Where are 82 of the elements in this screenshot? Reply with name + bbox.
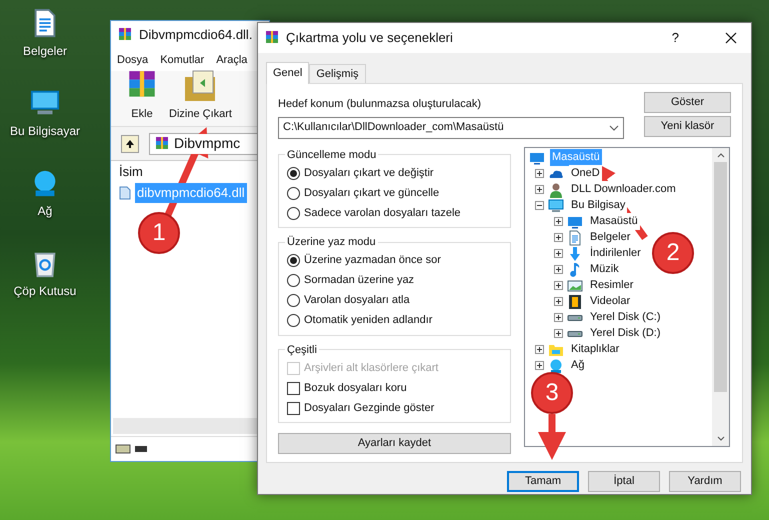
- desktop-icon-label[interactable]: Belgeler: [22, 42, 68, 60]
- expand-toggle[interactable]: [554, 297, 563, 306]
- tab[interactable]: Genel: [266, 62, 310, 84]
- expand-toggle[interactable]: [554, 313, 563, 322]
- checkbox-label[interactable]: Dosyaları Gezginde göster: [304, 400, 434, 416]
- film-icon: [567, 294, 583, 310]
- chevron-down-icon: [609, 124, 619, 130]
- expand-toggle[interactable]: [535, 169, 544, 178]
- expand-toggle[interactable]: [554, 329, 563, 338]
- archive-books-icon: [264, 30, 280, 46]
- tree-item[interactable]: Masaüstü: [588, 213, 640, 230]
- path-field[interactable]: Dibvmpmc: [149, 132, 259, 154]
- archive-books-icon: [117, 27, 133, 43]
- desktop-icon-label[interactable]: Çöp Kutusu: [14, 282, 76, 300]
- annotation-arrow: [538, 414, 566, 460]
- expand-toggle[interactable]: [535, 361, 544, 370]
- destination-dropdown[interactable]: C:\Kullanıcılar\DllDownloader_com\Masaüstü: [278, 116, 624, 138]
- checkbox-label[interactable]: Bozuk dosyaları koru: [304, 380, 407, 396]
- status-icons-drawing: [115, 443, 149, 455]
- radio-button[interactable]: [287, 254, 300, 267]
- dialog-title: Çıkartma yolu ve seçenekleri: [286, 29, 453, 48]
- drive-icon: [567, 314, 583, 322]
- desktop-icon-label[interactable]: Ağ: [38, 202, 52, 220]
- radio-label[interactable]: Üzerine yazmadan önce sor: [304, 252, 441, 269]
- dialog-button[interactable]: Yardım: [669, 471, 741, 492]
- computer-icon: [548, 198, 564, 214]
- radio-button[interactable]: [287, 166, 300, 180]
- collapse-toggle[interactable]: [535, 201, 544, 210]
- expand-toggle[interactable]: [554, 265, 563, 274]
- menu-item[interactable]: Komutlar: [160, 52, 204, 68]
- expand-toggle[interactable]: [554, 249, 563, 258]
- side-button[interactable]: Göster: [644, 92, 731, 113]
- download-arrow-icon: [567, 246, 583, 262]
- toolbar-button[interactable]: Dizine Çıkart: [169, 68, 232, 122]
- expand-toggle[interactable]: [554, 281, 563, 290]
- radio-button[interactable]: [287, 206, 300, 220]
- picture-icon: [567, 278, 583, 294]
- tree-item[interactable]: DLL Downloader.com: [569, 181, 678, 198]
- side-button[interactable]: Yeni klasör: [644, 116, 731, 137]
- menu-item[interactable]: Dosya: [117, 52, 148, 68]
- radio-button[interactable]: [287, 294, 300, 307]
- menu-item[interactable]: Araçla: [216, 52, 248, 68]
- drive-icon: [567, 330, 583, 338]
- expand-toggle[interactable]: [554, 217, 563, 226]
- desktop-icon-label[interactable]: Bu Bilgisayar: [10, 122, 80, 140]
- radio-label[interactable]: Dosyaları çıkart ve değiştir: [304, 164, 434, 182]
- close-icon[interactable]: [725, 32, 737, 44]
- expand-toggle[interactable]: [535, 185, 544, 194]
- folder-icon: [183, 68, 218, 102]
- tree-item[interactable]: Bu Bilgisay: [569, 197, 628, 214]
- radio-label[interactable]: Otomatik yeniden adlandır: [304, 312, 432, 329]
- archive-books-icon: [154, 136, 170, 152]
- radio-button[interactable]: [287, 186, 300, 200]
- save-settings-button[interactable]: Ayarları kaydet: [278, 433, 511, 454]
- checkbox[interactable]: [287, 402, 300, 414]
- tab[interactable]: Gelişmiş: [309, 64, 366, 83]
- toolbar-button[interactable]: Ekle: [125, 68, 159, 122]
- document-icon: [567, 230, 583, 246]
- vertical-scrollbar[interactable]: [712, 148, 729, 446]
- up-arrow-icon: [125, 138, 135, 148]
- up-folder-button[interactable]: [121, 134, 139, 152]
- radio-label[interactable]: Sormadan üzerine yaz: [304, 272, 414, 289]
- dialog-button[interactable]: Tamam: [507, 471, 579, 492]
- group-title: Üzerine yaz modu: [286, 234, 377, 250]
- radio-label[interactable]: Dosyaları çıkart ve güncelle: [304, 184, 440, 202]
- network-globe-icon: [548, 358, 564, 374]
- radio-button[interactable]: [287, 314, 300, 327]
- help-button[interactable]: ?: [672, 28, 679, 48]
- group-title: Güncelleme modu: [286, 148, 378, 162]
- checkbox[interactable]: [287, 382, 300, 394]
- radio-label[interactable]: Sadece varolan dosyaları tazele: [304, 204, 461, 222]
- field-label: Hedef konum (bulunmazsa oluşturulacak): [278, 97, 482, 112]
- dialog-button[interactable]: İptal: [588, 471, 660, 492]
- tree-item[interactable]: OneD: [569, 165, 602, 182]
- window-title: Dibvmpmcdio64.dll.: [139, 26, 252, 44]
- expand-toggle[interactable]: [554, 233, 563, 242]
- radio-label[interactable]: Varolan dosyaları atla: [304, 292, 410, 309]
- user-icon: [548, 182, 564, 198]
- group-title: Çeşitli: [286, 342, 318, 358]
- radio-button[interactable]: [287, 274, 300, 287]
- file-icon: [119, 186, 131, 200]
- expand-toggle[interactable]: [535, 345, 544, 354]
